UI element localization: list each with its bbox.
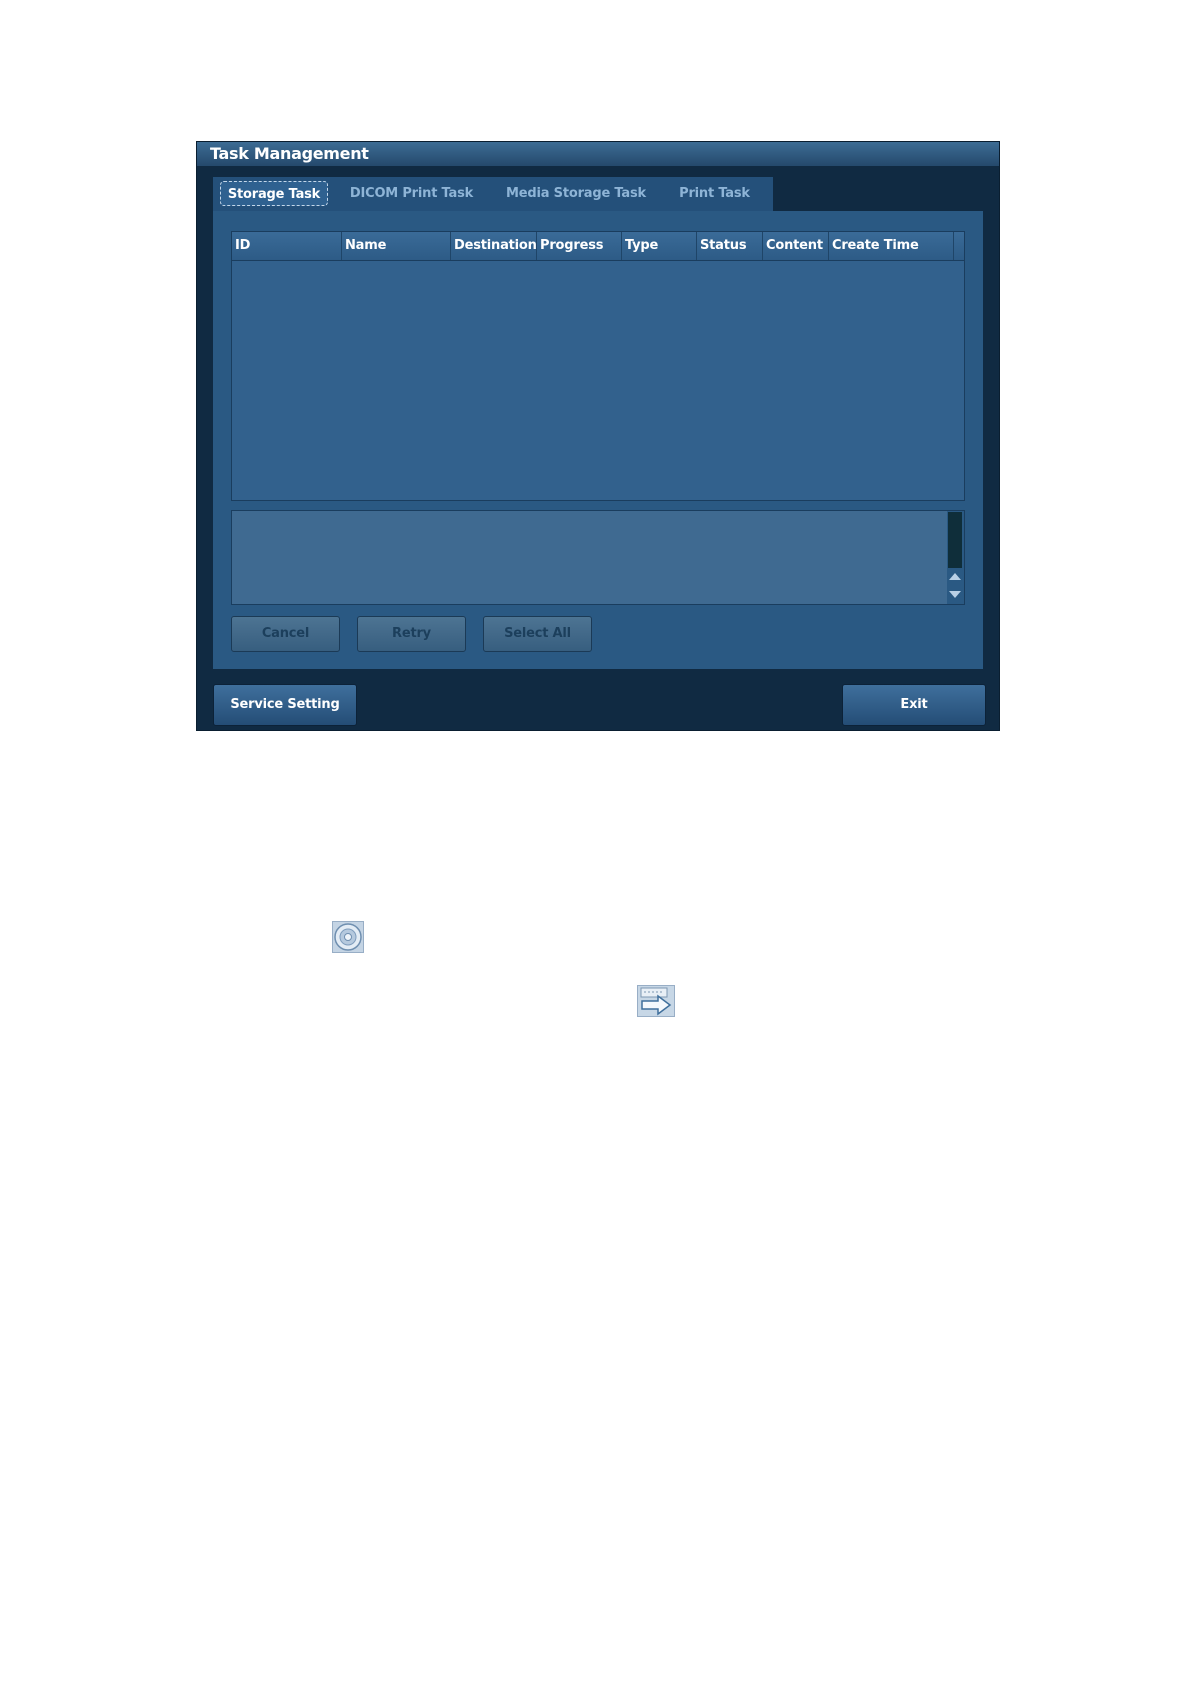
scroll-down-arrow-icon[interactable] — [949, 591, 961, 598]
storage-task-panel: ID Name Destination Progress Type Status… — [213, 211, 983, 669]
exit-button[interactable]: Exit — [842, 684, 986, 726]
dialog-title: Task Management — [197, 142, 999, 166]
table-header: ID Name Destination Progress Type Status… — [232, 232, 964, 261]
scrollbar-thumb[interactable] — [948, 512, 962, 568]
disc-icon — [332, 921, 364, 953]
task-detail-box — [231, 510, 965, 605]
column-header-filler — [954, 232, 966, 260]
column-header-create-time[interactable]: Create Time — [829, 232, 954, 260]
scroll-up-arrow-icon[interactable] — [949, 573, 961, 580]
tab-print-task[interactable]: Print Task — [667, 181, 762, 206]
task-management-dialog: Task Management Storage Task DICOM Print… — [196, 141, 1000, 731]
retry-button[interactable]: Retry — [357, 616, 466, 652]
tab-storage-task[interactable]: Storage Task — [220, 181, 328, 206]
column-header-id[interactable]: ID — [232, 232, 342, 260]
send-arrow-icon — [637, 985, 675, 1017]
tab-bar: Storage Task DICOM Print Task Media Stor… — [213, 177, 773, 211]
column-header-content[interactable]: Content — [763, 232, 829, 260]
detail-scrollbar[interactable] — [947, 511, 964, 604]
column-header-type[interactable]: Type — [622, 232, 697, 260]
column-header-destination[interactable]: Destination — [451, 232, 537, 260]
select-all-button[interactable]: Select All — [483, 616, 592, 652]
cancel-button[interactable]: Cancel — [231, 616, 340, 652]
service-setting-button[interactable]: Service Setting — [213, 684, 357, 726]
task-table[interactable]: ID Name Destination Progress Type Status… — [231, 231, 965, 501]
column-header-progress[interactable]: Progress — [537, 232, 622, 260]
column-header-name[interactable]: Name — [342, 232, 451, 260]
tab-media-storage-task[interactable]: Media Storage Task — [495, 181, 657, 206]
column-header-status[interactable]: Status — [697, 232, 763, 260]
tab-dicom-print-task[interactable]: DICOM Print Task — [339, 181, 484, 206]
